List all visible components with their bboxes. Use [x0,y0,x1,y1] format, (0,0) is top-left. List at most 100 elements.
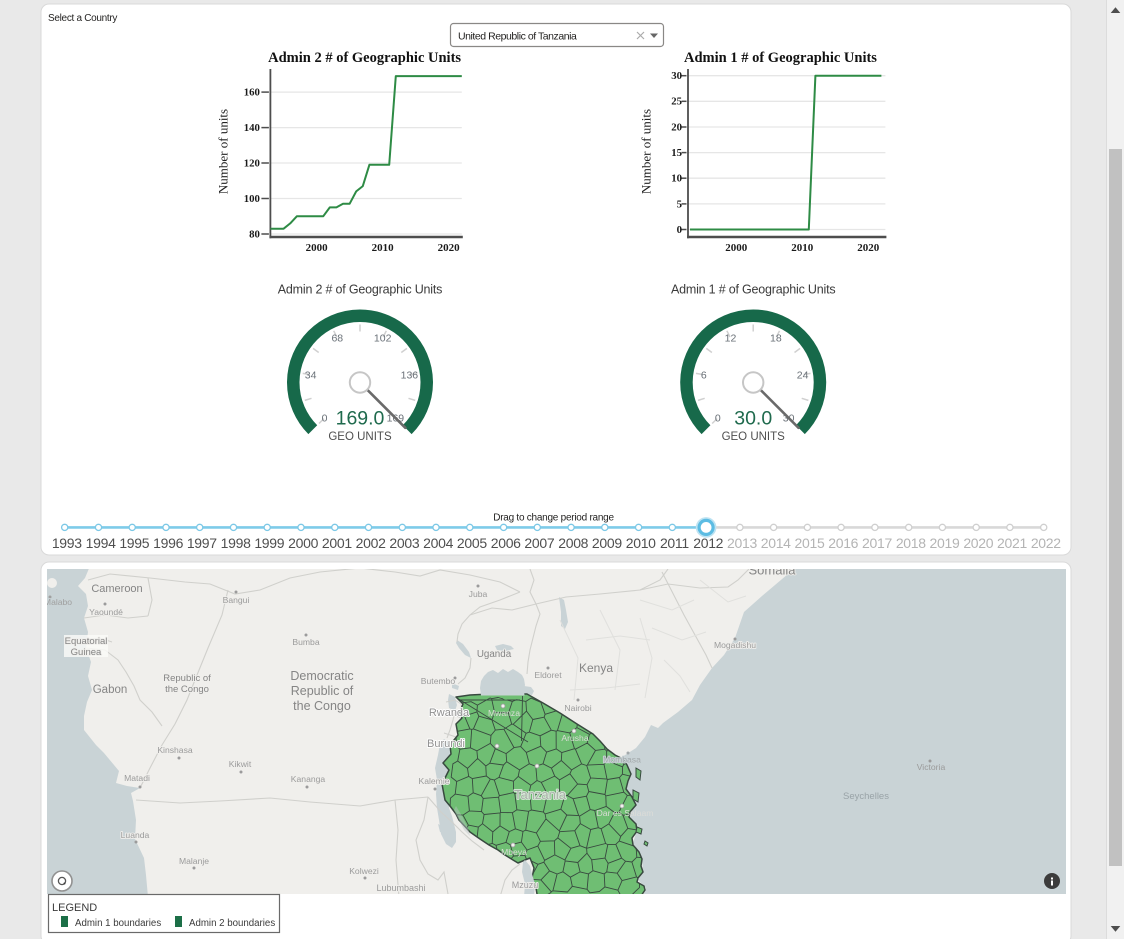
svg-text:2009: 2009 [592,535,622,551]
svg-text:Mbeya: Mbeya [501,847,527,857]
svg-text:Victoria: Victoria [917,762,946,772]
svg-text:2007: 2007 [524,535,554,551]
svg-text:Juba: Juba [469,589,488,599]
svg-text:2000: 2000 [725,242,748,254]
svg-text:2004: 2004 [423,535,453,551]
svg-text:140: 140 [244,122,260,134]
svg-text:Seychelles: Seychelles [843,791,889,802]
svg-text:Kananga: Kananga [291,774,326,784]
svg-text:Kenya: Kenya [579,661,613,675]
svg-text:Drag to change period range: Drag to change period range [493,513,614,524]
svg-text:Select a Country: Select a Country [48,13,117,24]
svg-text:160: 160 [244,87,260,99]
svg-text:15: 15 [671,147,682,159]
svg-text:Tanzania: Tanzania [514,787,567,802]
svg-text:12: 12 [725,333,737,345]
svg-text:Burundi: Burundi [427,738,465,750]
svg-text:5: 5 [677,198,682,210]
svg-text:the Congo: the Congo [165,684,209,695]
svg-text:Mombasa: Mombasa [603,755,641,765]
svg-text:2003: 2003 [389,535,419,551]
svg-text:Bangui: Bangui [223,595,250,605]
svg-text:Yaoundé: Yaoundé [89,607,123,617]
svg-text:136: 136 [401,369,419,381]
svg-text:2000: 2000 [288,535,318,551]
svg-text:0: 0 [322,413,328,425]
svg-text:Mogadishu: Mogadishu [714,640,756,650]
svg-text:2020: 2020 [857,242,880,254]
svg-text:Cameroon: Cameroon [91,583,142,595]
svg-text:0: 0 [715,413,721,425]
svg-text:Dar es Salaam: Dar es Salaam [597,808,654,818]
svg-text:Butembo: Butembo [421,676,456,686]
svg-text:2020: 2020 [438,242,461,254]
svg-text:Bumba: Bumba [292,637,319,647]
svg-text:68: 68 [331,333,343,345]
svg-text:Number of units: Number of units [216,109,231,194]
svg-text:6: 6 [701,369,707,381]
svg-text:Admin 1 # of Geographic Units: Admin 1 # of Geographic Units [671,283,835,297]
svg-text:United Republic of Tanzania: United Republic of Tanzania [458,31,577,43]
svg-text:Admin 2 boundaries: Admin 2 boundaries [189,918,275,929]
svg-text:Malabo: Malabo [44,597,72,607]
svg-text:120: 120 [244,157,260,169]
svg-text:2015: 2015 [795,535,825,551]
svg-text:2016: 2016 [828,535,858,551]
svg-text:0: 0 [677,224,682,236]
svg-text:2002: 2002 [356,535,386,551]
svg-text:20: 20 [671,121,682,133]
svg-text:30: 30 [671,70,682,82]
svg-text:GEO UNITS: GEO UNITS [722,431,786,443]
svg-text:1998: 1998 [221,535,251,551]
svg-text:24: 24 [797,369,809,381]
svg-text:1993: 1993 [52,535,82,551]
svg-text:Number of units: Number of units [638,109,653,194]
svg-text:Rwanda: Rwanda [429,707,470,719]
svg-text:1996: 1996 [153,535,183,551]
svg-text:Gabon: Gabon [93,684,128,696]
svg-text:100: 100 [244,193,260,205]
svg-text:169.0: 169.0 [336,408,385,430]
svg-text:Mwanza: Mwanza [488,708,520,718]
svg-text:Matadi: Matadi [124,773,150,783]
svg-text:18: 18 [770,333,782,345]
svg-text:2010: 2010 [372,242,395,254]
svg-text:Lubumbashi: Lubumbashi [376,883,425,893]
svg-text:Equatorial: Equatorial [65,636,108,647]
svg-text:Kolwezi: Kolwezi [349,866,379,876]
svg-text:2017: 2017 [862,535,892,551]
svg-text:2005: 2005 [457,535,487,551]
svg-text:Kikwit: Kikwit [229,759,252,769]
svg-text:2001: 2001 [322,535,352,551]
svg-text:Arusha: Arusha [561,733,588,743]
svg-text:1995: 1995 [119,535,149,551]
svg-text:2011: 2011 [660,535,689,551]
svg-text:34: 34 [305,369,317,381]
svg-text:2020: 2020 [963,535,993,551]
svg-text:GEO UNITS: GEO UNITS [328,431,392,443]
svg-text:2019: 2019 [930,535,960,551]
svg-text:Eldoret: Eldoret [534,670,562,680]
svg-text:Admin 1 # of Geographic Units: Admin 1 # of Geographic Units [684,50,877,66]
svg-text:2006: 2006 [491,535,521,551]
svg-text:LEGEND: LEGEND [52,902,97,914]
svg-text:25: 25 [671,96,682,108]
svg-text:2013: 2013 [727,535,757,551]
svg-text:Luanda: Luanda [121,830,150,840]
svg-text:1997: 1997 [187,535,217,551]
svg-text:Admin 1 boundaries: Admin 1 boundaries [75,918,161,929]
svg-text:2014: 2014 [761,535,791,551]
svg-text:Mzuzu: Mzuzu [512,880,539,890]
svg-text:1994: 1994 [86,535,116,551]
svg-text:Republic of: Republic of [163,673,211,684]
svg-text:Kinshasa: Kinshasa [157,745,193,755]
svg-text:2010: 2010 [626,535,656,551]
svg-text:Admin 2 # of Geographic Units: Admin 2 # of Geographic Units [278,283,442,297]
svg-text:Republic of: Republic of [291,684,354,698]
svg-text:2021: 2021 [997,535,1027,551]
svg-text:2010: 2010 [791,242,814,254]
svg-text:1999: 1999 [254,535,284,551]
svg-text:the Congo: the Congo [293,699,351,713]
svg-text:2018: 2018 [896,535,926,551]
svg-text:2008: 2008 [558,535,588,551]
